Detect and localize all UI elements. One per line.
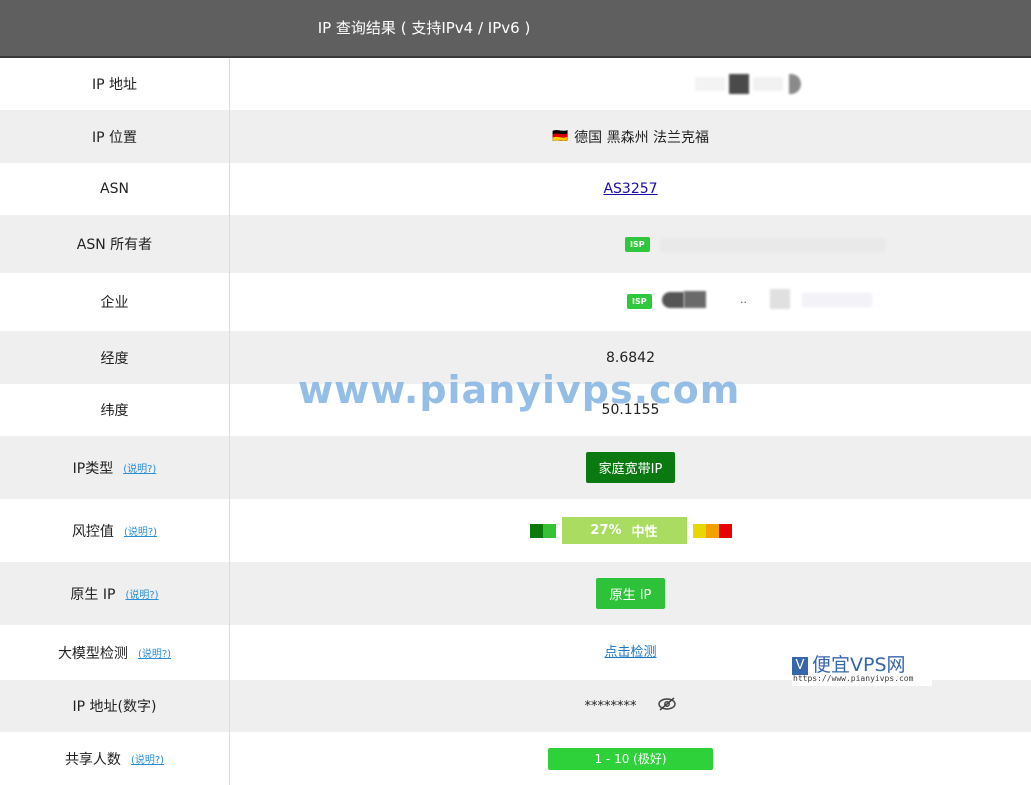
results-header: IP 查询结果 ( 支持IPv4 / IPv6 )	[0, 0, 1031, 58]
ip-numeric-label: IP 地址(数字)	[72, 699, 157, 715]
risk-percent: 27%	[590, 523, 622, 538]
row-asn-owner: ASN 所有者 ISP	[0, 215, 1031, 273]
value-native-ip: 原生 IP	[230, 562, 1031, 625]
latitude-text: 50.1155	[601, 402, 660, 418]
asn-link[interactable]: AS3257	[603, 181, 657, 197]
value-shared-users: 1 - 10 (极好)	[230, 732, 1031, 785]
latitude-label: 纬度	[100, 403, 129, 419]
risk-label: 风控值	[71, 523, 114, 540]
row-risk: 风控值 (说明?) 27% 中性	[0, 499, 1031, 562]
label-llm-check: 大模型检测 (说明?)	[0, 625, 230, 680]
asn-owner-redacted	[660, 235, 890, 255]
value-enterprise: ISP ..	[230, 273, 1031, 331]
row-enterprise: 企业 ISP ..	[0, 273, 1031, 331]
ip-address-redacted	[695, 74, 805, 96]
shared-users-label: 共享人数	[64, 751, 121, 768]
label-shared-users: 共享人数 (说明?)	[0, 732, 230, 785]
logo-url: https://www.pianyivps.com	[793, 674, 914, 683]
ip-type-badge: 家庭宽带IP	[585, 452, 676, 483]
longitude-text: 8.6842	[606, 349, 655, 366]
native-ip-label: 原生 IP	[70, 586, 116, 603]
risk-score-bar: 27% 中性	[561, 517, 687, 544]
label-ip-address: IP 地址	[0, 58, 230, 110]
row-asn: ASN AS3257	[0, 163, 1031, 215]
shared-users-badge: 1 - 10 (极好)	[548, 747, 713, 770]
native-ip-badge: 原生 IP	[595, 578, 666, 609]
row-shared-users: 共享人数 (说明?) 1 - 10 (极好)	[0, 732, 1031, 785]
ip-location-text: 德国 黑森州 法兰克福	[574, 129, 710, 146]
shared-users-help-link[interactable]: (说明?)	[131, 751, 164, 766]
shared-users-text: 1 - 10 (极好)	[594, 752, 667, 766]
label-longitude: 经度	[0, 331, 230, 384]
label-ip-type: IP类型 (说明?)	[0, 436, 230, 499]
row-ip-type: IP类型 (说明?) 家庭宽带IP	[0, 436, 1031, 499]
value-ip-type: 家庭宽带IP	[230, 436, 1031, 499]
asn-owner-label: ASN 所有者	[76, 237, 153, 253]
value-latitude: 50.1155	[230, 384, 1031, 436]
ip-type-help-link[interactable]: (说明?)	[123, 460, 156, 475]
row-ip-address: IP 地址	[0, 58, 1031, 110]
label-asn: ASN	[0, 163, 230, 215]
ip-numeric-masked: ********	[584, 698, 637, 714]
label-latitude: 纬度	[0, 384, 230, 436]
enterprise-redacted	[662, 289, 882, 311]
native-ip-help-link[interactable]: (说明?)	[125, 586, 158, 601]
eye-slash-icon[interactable]	[657, 696, 677, 716]
enterprise-label: 企业	[100, 295, 129, 311]
row-latitude: 纬度 50.1155	[0, 384, 1031, 436]
risk-help-link[interactable]: (说明?)	[124, 523, 157, 538]
row-native-ip: 原生 IP (说明?) 原生 IP	[0, 562, 1031, 625]
value-asn-owner: ISP	[230, 215, 1031, 273]
llm-check-link[interactable]: 点击检测	[604, 641, 656, 660]
value-asn: AS3257	[230, 163, 1031, 215]
label-asn-owner: ASN 所有者	[0, 215, 230, 273]
value-ip-numeric: ********	[230, 680, 1031, 732]
row-ip-numeric: IP 地址(数字) ********	[0, 680, 1031, 732]
longitude-label: 经度	[100, 350, 129, 367]
risk-scale: 27% 中性	[529, 517, 732, 544]
ip-location-label: IP 位置	[91, 129, 138, 146]
risk-low-segments	[529, 523, 556, 538]
ip-address-label: IP 地址	[91, 77, 138, 93]
isp-badge: ISP	[625, 237, 650, 252]
isp-badge: ISP	[627, 294, 652, 309]
site-logo-watermark: V 便宜VPS网 https://www.pianyivps.com	[792, 650, 932, 686]
ip-type-label: IP类型	[72, 460, 114, 477]
label-enterprise: 企业	[0, 273, 230, 331]
results-title: IP 查询结果 ( 支持IPv4 / IPv6 )	[317, 19, 531, 37]
risk-level: 中性	[631, 525, 658, 540]
logo-name: 便宜VPS网	[812, 654, 906, 676]
llm-check-label: 大模型检测	[57, 645, 128, 662]
value-ip-address	[230, 58, 1031, 110]
logo-mark-icon: V	[792, 656, 808, 675]
label-risk: 风控值 (说明?)	[0, 499, 230, 562]
label-ip-location: IP 位置	[0, 110, 230, 163]
asn-label: ASN	[100, 181, 129, 197]
logo-main: V 便宜VPS网	[792, 650, 906, 677]
germany-flag-icon: 🇩🇪	[551, 129, 569, 144]
row-ip-location: IP 位置 🇩🇪 德国 黑森州 法兰克福	[0, 110, 1031, 163]
value-risk: 27% 中性	[230, 499, 1031, 562]
enterprise-dots: ..	[740, 293, 747, 306]
row-longitude: 经度 8.6842	[0, 331, 1031, 384]
label-native-ip: 原生 IP (说明?)	[0, 562, 230, 625]
value-longitude: 8.6842	[230, 331, 1031, 384]
label-ip-numeric: IP 地址(数字)	[0, 680, 230, 732]
value-ip-location: 🇩🇪 德国 黑森州 法兰克福	[230, 110, 1031, 163]
llm-check-help-link[interactable]: (说明?)	[138, 645, 171, 660]
risk-high-segments	[692, 523, 732, 538]
